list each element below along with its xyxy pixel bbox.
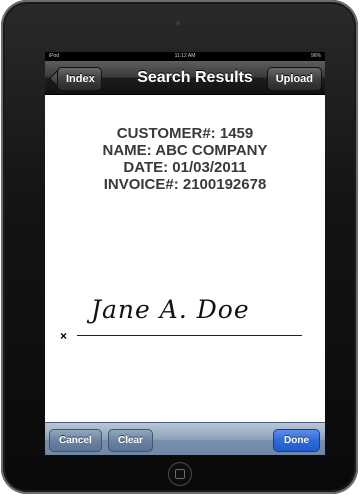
status-bar: iPod 11:12 AM 96% [45, 52, 325, 61]
done-button[interactable]: Done [273, 429, 320, 452]
invoice-date: DATE: 01/03/2011 [123, 159, 247, 176]
app-screen: iPod 11:12 AM 96% Index Entry Search Res… [45, 52, 325, 455]
cancel-button[interactable]: Cancel [49, 429, 102, 452]
signature-document: CUSTOMER#: 1459 NAME: ABC COMPANY DATE: … [45, 95, 325, 422]
bottom-toolbar: Cancel Clear Done [45, 422, 325, 455]
customer-name: NAME: ABC COMPANY [102, 142, 268, 159]
camera-icon [175, 20, 181, 26]
navigation-bar: Index Entry Search Results Upload [45, 61, 325, 107]
page-title: Search Results [137, 69, 253, 86]
index-entry-back-button[interactable]: Index Entry [57, 67, 102, 107]
invoice-details: CUSTOMER#: 1459 NAME: ABC COMPANY DATE: … [45, 125, 325, 193]
ipad-device-frame: iPod 11:12 AM 96% Index Entry Search Res… [1, 0, 358, 494]
customer-number: CUSTOMER#: 1459 [116, 125, 254, 142]
status-time: 11:12 AM [174, 53, 196, 59]
signature-ink[interactable]: Jane A. Doe [91, 295, 250, 324]
signature-x-mark: × [60, 329, 68, 343]
home-button[interactable] [168, 462, 192, 486]
battery-label: 96% [310, 53, 321, 59]
clear-button[interactable]: Clear [108, 429, 154, 452]
upload-button[interactable]: Upload [266, 67, 322, 91]
signature-line[interactable] [77, 335, 302, 336]
invoice-number: INVOICE#: 2100192678 [103, 176, 267, 193]
